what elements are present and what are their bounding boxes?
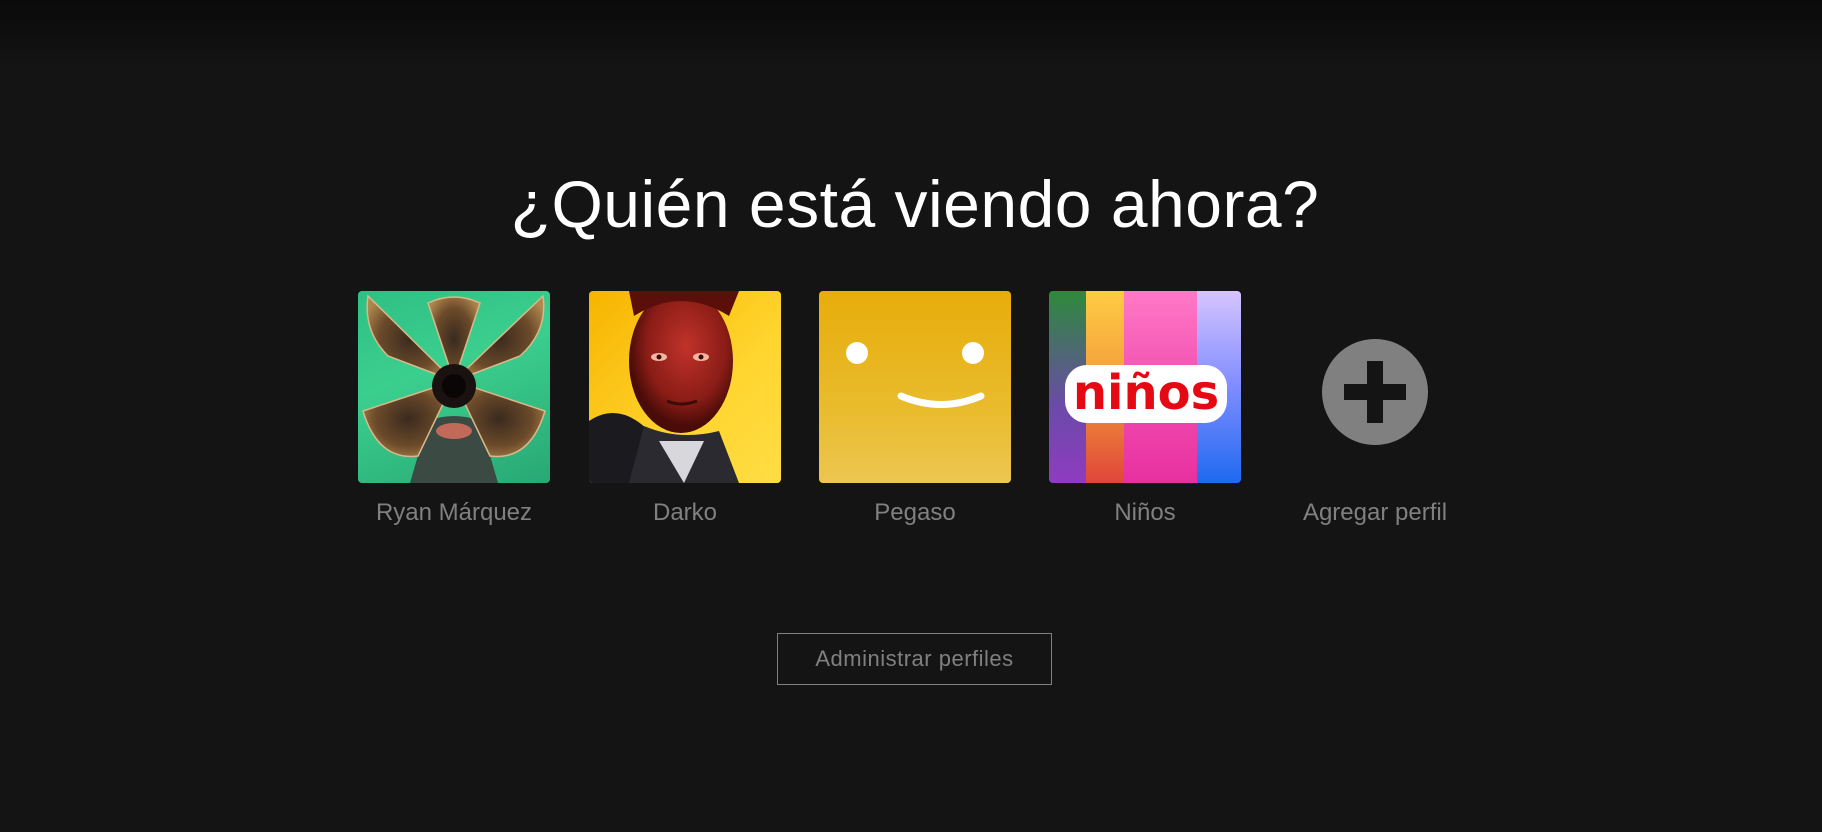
red-face-avatar[interactable] — [589, 291, 781, 483]
smiley-avatar[interactable] — [819, 291, 1011, 483]
profile-name[interactable]: Pegaso — [785, 499, 1045, 527]
manage-profiles-button[interactable]: Administrar perfiles — [777, 633, 1052, 685]
add-profile[interactable]: Agregar perfil — [1279, 291, 1471, 527]
profile-name[interactable]: Niños — [1015, 499, 1275, 527]
red-face-image — [589, 291, 739, 483]
creature-image — [362, 294, 546, 483]
profile-ryan[interactable]: Ryan Márquez — [358, 291, 550, 527]
profile-name[interactable]: Agregar perfil — [1245, 499, 1505, 527]
svg-text:niños: niños — [1073, 365, 1219, 421]
top-shade — [0, 0, 1822, 70]
add-profile-tile[interactable] — [1279, 291, 1471, 483]
kids-logo: niños — [1065, 365, 1227, 423]
profile-gate-page: ¿Quién está viendo ahora? Ryan Márquez D… — [0, 0, 1822, 832]
profile-list: Ryan Márquez Darko Pegaso niños Niños Ag… — [0, 291, 1822, 531]
add-icon[interactable] — [1322, 339, 1428, 445]
profile-name[interactable]: Ryan Márquez — [324, 499, 584, 527]
creature-avatar[interactable] — [358, 291, 550, 483]
page-title: ¿Quién está viendo ahora? — [510, 167, 1320, 241]
kids-avatar[interactable]: niños — [1049, 291, 1241, 483]
profile-darko[interactable]: Darko — [589, 291, 781, 527]
profile-name[interactable]: Darko — [555, 499, 815, 527]
smiley-icon — [846, 342, 985, 408]
plus-bar-vertical — [1367, 361, 1383, 423]
profile-pegaso[interactable]: Pegaso — [819, 291, 1011, 527]
profile-ninos[interactable]: niños Niños — [1049, 291, 1241, 527]
